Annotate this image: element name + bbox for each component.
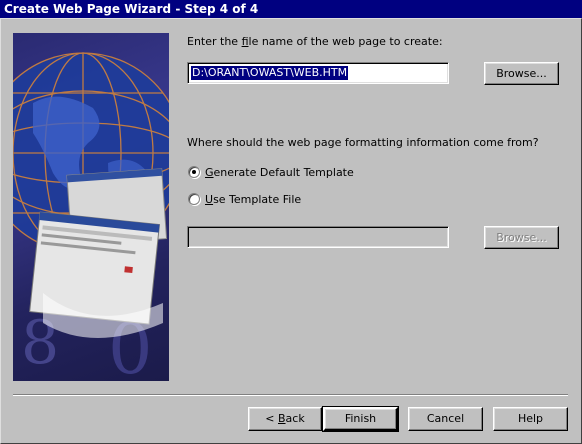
cancel-button[interactable]: Cancel [408, 407, 483, 431]
filename-prompt-pre: Enter the [187, 35, 242, 48]
browse-template-label: Browse... [496, 231, 547, 244]
filename-prompt-hotkey: f [241, 35, 249, 48]
radio-use-template-label[interactable]: Use Template File [205, 193, 301, 206]
globe-illustration-icon: 8 0 [13, 52, 169, 381]
finish-button[interactable]: Finish [322, 406, 399, 432]
help-label: Help [517, 412, 544, 425]
radio-generate-hotkey: G [205, 166, 214, 179]
browse-filename-button[interactable]: Browse... [484, 62, 559, 85]
footer-separator [13, 394, 568, 396]
filename-value: D:\ORANT\OWAST\WEB.HTM [191, 66, 349, 80]
browse-template-button[interactable]: Browse... [484, 226, 559, 249]
radio-generate-default[interactable] [188, 166, 200, 178]
radio-use-template-hotkey: U [205, 193, 214, 206]
help-button[interactable]: Help [493, 407, 568, 431]
cancel-label: Cancel [426, 412, 465, 425]
radio-generate-text: enerate Default Template [213, 166, 354, 179]
formatting-question: Where should the web page formatting inf… [187, 136, 539, 149]
filename-prompt: Enter the file name of the web page to c… [187, 35, 443, 48]
template-file-input[interactable] [187, 226, 449, 248]
radio-use-template[interactable] [188, 193, 200, 205]
radio-use-template-text: se Template File [213, 193, 302, 206]
finish-label: Finish [344, 412, 377, 425]
back-arrow: < [265, 412, 278, 425]
browse-filename-label: Browse... [496, 67, 547, 80]
back-text: ack [285, 412, 305, 425]
back-button[interactable]: < Back [248, 407, 322, 431]
wizard-illustration: 8 0 [13, 33, 169, 381]
filename-prompt-post: ile name of the web page to create: [248, 35, 443, 48]
radio-generate-default-label[interactable]: Generate Default Template [205, 166, 354, 179]
radio-selected-dot [192, 170, 196, 174]
back-hotkey: B [278, 412, 286, 425]
filename-input[interactable]: D:\ORANT\OWAST\WEB.HTM [187, 62, 449, 84]
window-title: Create Web Page Wizard - Step 4 of 4 [0, 0, 582, 18]
